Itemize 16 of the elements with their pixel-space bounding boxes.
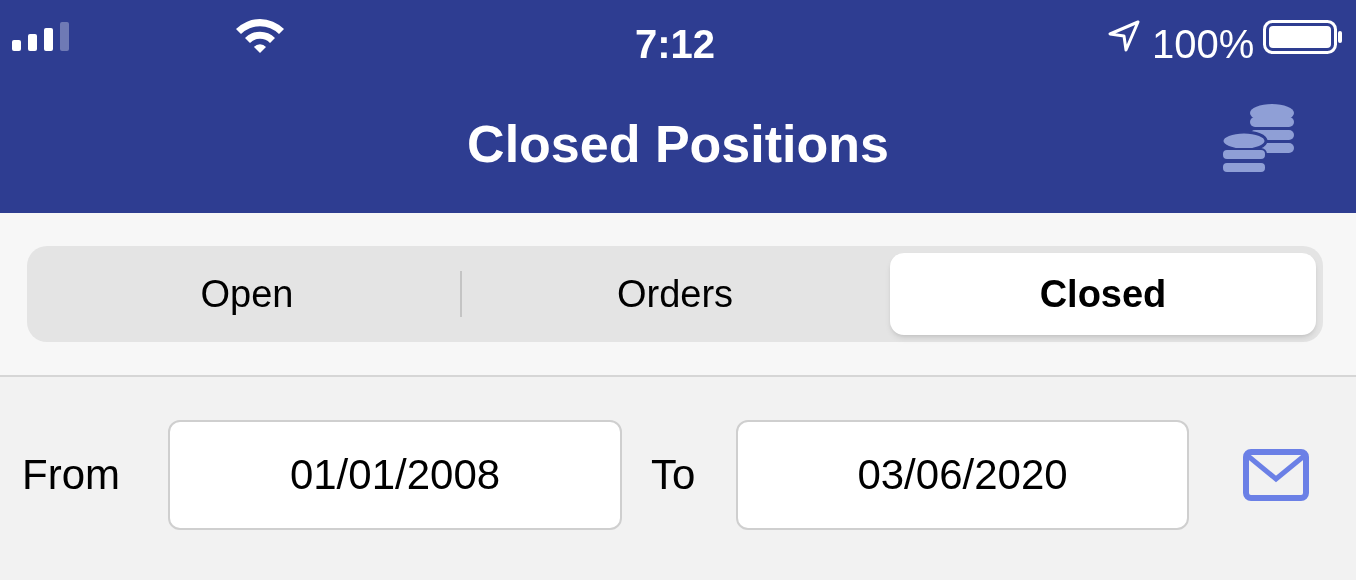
battery-percentage: 100% <box>1152 21 1255 68</box>
segment-tab[interactable]: Closed <box>890 253 1316 335</box>
signal-icon <box>12 22 69 51</box>
status-time: 7:12 <box>633 21 717 68</box>
battery-icon <box>1263 20 1343 54</box>
segment-tab[interactable]: Open <box>34 253 460 335</box>
screen-title: Closed Positions <box>467 114 889 175</box>
mail-icon[interactable] <box>1243 448 1309 501</box>
location-arrow-icon <box>1108 20 1140 52</box>
from-label: From <box>22 450 121 500</box>
to-date-field[interactable]: 03/06/2020 <box>736 419 1189 530</box>
wifi-icon <box>234 16 286 53</box>
coins-icon[interactable] <box>1220 103 1296 175</box>
segment-tab[interactable]: Orders <box>462 253 888 335</box>
from-date-field[interactable]: 01/01/2008 <box>168 419 622 530</box>
to-label: To <box>651 450 697 500</box>
